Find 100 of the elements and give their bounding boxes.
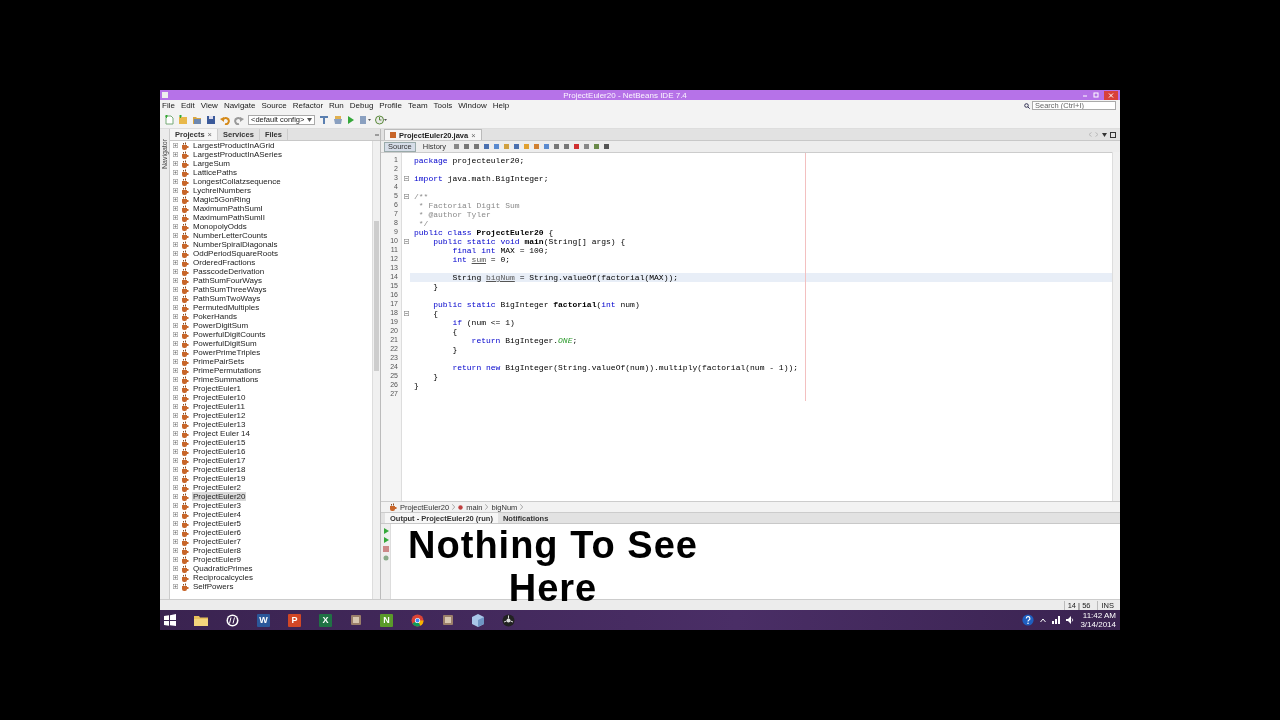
expand-icon[interactable] — [173, 485, 178, 490]
expand-icon[interactable] — [173, 494, 178, 499]
tree-item[interactable]: LargeSum — [192, 159, 231, 168]
expand-icon[interactable] — [173, 305, 178, 310]
open-folder-icon[interactable] — [192, 114, 202, 125]
maximize-icon[interactable] — [1110, 131, 1116, 138]
help-icon[interactable] — [1022, 614, 1035, 626]
tree-item[interactable]: ProjectEuler12 — [192, 411, 247, 420]
circle-logo-icon[interactable] — [226, 613, 239, 627]
network-icon[interactable] — [1052, 616, 1061, 624]
expand-icon[interactable] — [173, 377, 178, 382]
expand-icon[interactable] — [173, 413, 178, 418]
tree-item[interactable]: Magic5GonRing — [192, 195, 252, 204]
menu-item[interactable]: Window — [458, 101, 487, 110]
tree-item[interactable]: MaximumPathSumI — [192, 204, 264, 213]
expand-icon[interactable] — [173, 296, 178, 301]
expand-icon[interactable] — [173, 341, 178, 346]
tree-item[interactable]: ProjectEuler8 — [192, 546, 243, 555]
tree-item[interactable]: MaximumPathSumII — [192, 213, 267, 222]
tree-item[interactable]: ProjectEuler7 — [192, 537, 243, 546]
expand-icon[interactable] — [173, 314, 178, 319]
menu-item[interactable]: Edit — [180, 101, 195, 110]
tree-item[interactable]: PermutedMultiples — [192, 303, 261, 312]
tree-item[interactable]: SelfPowers — [192, 582, 235, 591]
expand-icon[interactable] — [173, 575, 178, 580]
expand-icon[interactable] — [173, 539, 178, 544]
expand-icon[interactable] — [173, 251, 178, 256]
tree-item[interactable]: LatticePaths — [192, 168, 239, 177]
undo-icon[interactable] — [220, 114, 230, 125]
tree-item[interactable]: ProjectEuler3 — [192, 501, 243, 510]
expand-icon[interactable] — [173, 206, 178, 211]
fold-icon[interactable] — [403, 239, 409, 244]
tree-item[interactable]: ProjectEuler16 — [192, 447, 247, 456]
tree-item[interactable]: ProjectEuler2 — [192, 483, 243, 492]
expand-icon[interactable] — [173, 170, 178, 175]
expand-icon[interactable] — [173, 548, 178, 553]
menu-item[interactable]: Debug — [349, 101, 374, 110]
new-file-icon[interactable] — [164, 114, 174, 125]
tree-item[interactable]: PowerDigitSum — [192, 321, 250, 330]
tree-item[interactable]: LongestCollatzsequence — [192, 177, 282, 186]
dropdown-icon[interactable] — [1102, 132, 1107, 137]
hammer-icon[interactable] — [319, 114, 330, 125]
redo-icon[interactable] — [234, 114, 244, 125]
expand-icon[interactable] — [173, 386, 178, 391]
expand-icon[interactable] — [173, 458, 178, 463]
expand-icon[interactable] — [173, 278, 178, 283]
tree-item[interactable]: ProjectEuler19 — [192, 474, 247, 483]
expand-icon[interactable] — [173, 512, 178, 517]
expand-icon[interactable] — [173, 350, 178, 355]
tree-item[interactable]: PrimePairSets — [192, 357, 246, 366]
tree-item[interactable]: ProjectEuler15 — [192, 438, 247, 447]
menu-item[interactable]: Tools — [433, 101, 453, 110]
chevron-up-icon[interactable] — [1040, 617, 1047, 623]
run-icon[interactable] — [347, 114, 356, 125]
clock-date[interactable]: 3/14/2014 — [1080, 620, 1116, 629]
menu-item[interactable]: View — [200, 101, 218, 110]
menu-item[interactable]: Navigate — [223, 101, 256, 110]
tree-item[interactable]: ProjectEuler4 — [192, 510, 243, 519]
menu-item[interactable]: Profile — [379, 101, 402, 110]
tree-item[interactable]: ProjectEuler13 — [192, 420, 247, 429]
tree-item[interactable]: LargestProductInASeries — [192, 150, 283, 159]
expand-icon[interactable] — [173, 521, 178, 526]
folder-icon[interactable] — [194, 614, 208, 626]
tree-item[interactable]: ProjectEuler1 — [192, 384, 243, 393]
profile-icon[interactable] — [375, 114, 388, 125]
tree-item[interactable]: NumberSpiralDiagonals — [192, 240, 279, 249]
tree-item[interactable]: QuadraticPrimes — [192, 564, 254, 573]
tree-item[interactable]: NumberLetterCounts — [192, 231, 269, 240]
rerun-icon[interactable] — [382, 528, 389, 534]
fold-icon[interactable] — [403, 194, 409, 199]
expand-icon[interactable] — [173, 179, 178, 184]
menu-item[interactable]: File — [162, 101, 175, 110]
tree-item[interactable]: Project Euler 14 — [192, 429, 251, 438]
tree-item[interactable]: PokerHands — [192, 312, 239, 321]
tree-item[interactable]: LargestProductInAGrid — [192, 141, 276, 150]
tree-item[interactable]: OrderedFractions — [192, 258, 257, 267]
expand-icon[interactable] — [173, 566, 178, 571]
app-icon[interactable]: W — [257, 613, 270, 627]
menu-item[interactable]: Refactor — [292, 101, 324, 110]
expand-icon[interactable] — [173, 188, 178, 193]
run-icon[interactable] — [382, 537, 389, 543]
tree-item[interactable]: ProjectEuler10 — [192, 393, 247, 402]
expand-icon[interactable] — [173, 449, 178, 454]
close-icon[interactable] — [1104, 90, 1118, 100]
expand-icon[interactable] — [173, 368, 178, 373]
tree-item[interactable]: Reciprocalcycles — [192, 573, 255, 582]
expand-icon[interactable] — [173, 530, 178, 535]
tree-item[interactable]: PathSumTwoWays — [192, 294, 262, 303]
expand-icon[interactable] — [173, 467, 178, 472]
app-icon[interactable]: X — [319, 613, 332, 627]
expand-icon[interactable] — [173, 431, 178, 436]
tree-item[interactable]: ProjectEuler18 — [192, 465, 247, 474]
expand-icon[interactable] — [173, 287, 178, 292]
menu-item[interactable]: Help — [492, 101, 510, 110]
save-icon[interactable] — [206, 114, 216, 125]
expand-icon[interactable] — [173, 323, 178, 328]
cube-icon[interactable] — [472, 613, 484, 627]
new-project-icon[interactable] — [178, 114, 188, 125]
expand-icon[interactable] — [173, 161, 178, 166]
fold-icon[interactable] — [403, 311, 409, 316]
